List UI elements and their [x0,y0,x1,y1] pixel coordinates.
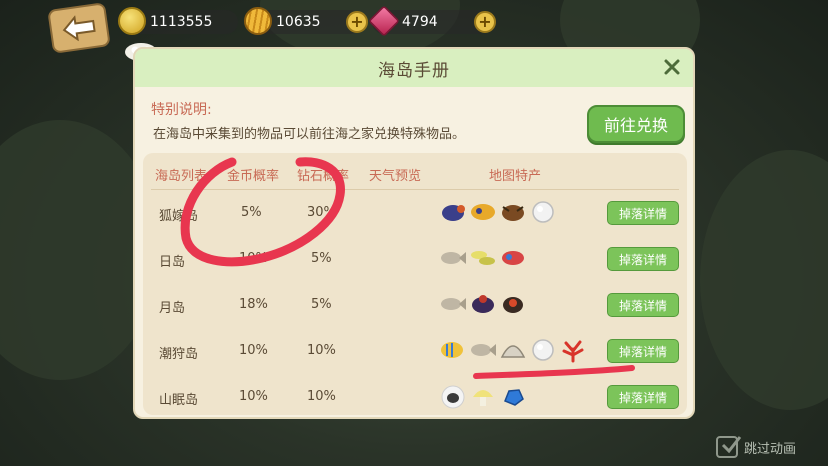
diamond-rate: 5% [311,297,332,312]
dialog-header: 海岛手册 [135,49,693,87]
header-divider [151,189,679,190]
beetle-icon [442,205,465,221]
beetle-icon [472,295,494,313]
island-name: 月岛 [159,301,186,316]
fish-icon [441,298,466,310]
diamond-rate: 10% [307,389,336,404]
close-icon[interactable] [663,58,681,76]
table-row: 狐嫁岛 5% 30% 掉落详情 [143,191,687,237]
header-weather: 天气预览 [369,169,422,184]
note-title: 特别说明: [151,102,212,118]
gold-coin-icon [118,7,146,35]
coral-icon [562,340,584,363]
island-name: 日岛 [159,255,186,270]
exchange-button[interactable]: 前往兑换 [587,105,685,143]
island-name: 潮狩岛 [159,347,199,362]
island-name: 狐嫁岛 [159,209,199,224]
header-island: 海岛列表 [155,169,208,184]
island-name: 山眠岛 [159,393,199,408]
sheep-icon [441,385,465,409]
header-specialties: 地图特产 [489,169,542,184]
drop-details-button[interactable]: 掉落详情 [607,339,679,363]
fish-icon [471,344,496,356]
dialog-title: 海岛手册 [378,60,450,81]
shell-value: 10635 [276,14,321,30]
island-table: 海岛列表 金币概率 钻石概率 天气预览 地图特产 狐嫁岛 5% 30% 掉落详情… [143,153,687,415]
gold-rate: 10% [239,389,268,404]
diamond-rate: 10% [307,343,336,358]
drop-details-button[interactable]: 掉落详情 [607,201,679,225]
back-arrow-icon [62,15,96,42]
back-button[interactable] [47,2,111,54]
shell-icon [244,7,272,35]
note-text: 在海岛中采集到的物品可以前往海之家兑换特殊物品。 [153,127,466,142]
drop-details-button[interactable]: 掉落详情 [607,293,679,317]
gold-value: 1113555 [150,14,213,30]
diamond-rate: 5% [311,251,332,266]
gem-value: 4794 [402,14,438,30]
header-diamond-rate: 钻石概率 [297,169,350,184]
table-row: 山眠岛 10% 10% 掉落详情 [143,375,687,415]
drop-details-button[interactable]: 掉落详情 [607,247,679,271]
diamond-rate: 30% [307,205,336,220]
mushroom-icon [473,390,493,406]
check-icon [721,436,742,454]
gold-rate: 5% [241,205,262,220]
drop-details-button[interactable]: 掉落详情 [607,385,679,409]
shell-icon [500,345,526,358]
skip-label: 跳过动画 [744,441,797,457]
tropical-fish-icon [441,342,463,358]
fish-icon [441,252,466,264]
butterfly-icon [471,204,495,220]
gold-rate: 10% [239,343,268,358]
header-gold-rate: 金币概率 [227,169,280,184]
gold-rate: 18% [239,297,268,312]
add-shell-button[interactable]: + [346,11,368,33]
island-handbook-dialog: 海岛手册 特别说明: 在海岛中采集到的物品可以前往海之家兑换特殊物品。 前往兑换… [133,47,695,419]
table-row: 月岛 18% 5% 掉落详情 [143,283,687,329]
pearl-icon [532,339,554,361]
pearl-icon [532,201,554,223]
add-gem-button[interactable]: + [474,11,496,33]
gem-counter: 4794 + [368,5,496,37]
gold-rate: 10% [239,251,268,266]
skip-animation-toggle[interactable]: 跳过动画 [716,436,796,458]
stag-beetle-icon [502,205,524,221]
spider-icon [503,297,523,313]
gold-counter: 1113555 [118,7,238,35]
table-row: 潮狩岛 10% 10% 掉落详情 [143,329,687,375]
butterfly-icon [502,251,524,265]
table-row: 日岛 10% 5% 掉落详情 [143,237,687,283]
shell-counter: 10635 + [244,7,368,35]
dragonfly-icon [471,251,495,265]
skip-checkbox[interactable] [716,436,742,458]
ore-icon [504,389,524,406]
